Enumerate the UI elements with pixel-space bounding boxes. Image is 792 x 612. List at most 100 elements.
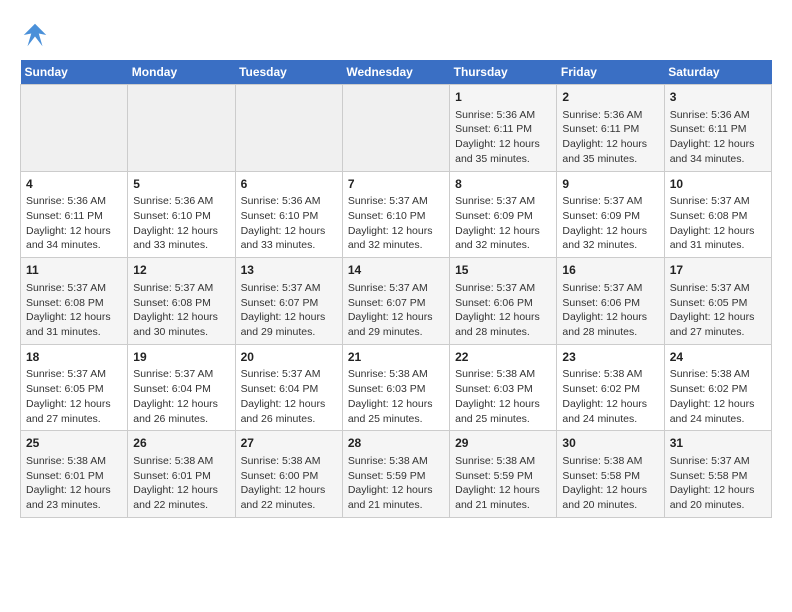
- calendar-cell: 14 Sunrise: 5:37 AM Sunset: 6:07 PM Dayli…: [342, 258, 449, 345]
- calendar-cell: 8Sunrise: 5:37 AM Sunset: 6:09 PM Daylig…: [450, 171, 557, 258]
- calendar-cell: 13 Sunrise: 5:37 AM Sunset: 6:07 PM Dayli…: [235, 258, 342, 345]
- day-info: Sunrise: 5:38 AM Sunset: 6:02 PM Dayligh…: [562, 367, 658, 426]
- calendar-week-2: 4Sunrise: 5:36 AM Sunset: 6:11 PM Daylig…: [21, 171, 772, 258]
- weekday-header-saturday: Saturday: [664, 60, 771, 85]
- calendar-cell: 25 Sunrise: 5:38 AM Sunset: 6:01 PM Dayli…: [21, 431, 128, 518]
- calendar-week-4: 18Sunrise: 5:37 AM Sunset: 6:05 PM Dayli…: [21, 344, 772, 431]
- calendar-cell: 27 Sunrise: 5:38 AM Sunset: 6:00 PM Dayli…: [235, 431, 342, 518]
- day-number: 30: [562, 435, 658, 452]
- calendar-cell: 12Sunrise: 5:37 AM Sunset: 6:08 PM Dayli…: [128, 258, 235, 345]
- day-number: 6: [241, 176, 337, 193]
- day-number: 27: [241, 435, 337, 452]
- day-number: 8: [455, 176, 551, 193]
- page-header: [20, 20, 772, 50]
- calendar-cell: 21Sunrise: 5:38 AM Sunset: 6:03 PM Dayli…: [342, 344, 449, 431]
- calendar-cell: 17 Sunrise: 5:37 AM Sunset: 6:05 PM Dayli…: [664, 258, 771, 345]
- calendar-cell: 30 Sunrise: 5:38 AM Sunset: 5:58 PM Dayli…: [557, 431, 664, 518]
- day-info: Sunrise: 5:37 AM Sunset: 6:06 PM Dayligh…: [455, 281, 551, 340]
- calendar-cell: 5Sunrise: 5:36 AM Sunset: 6:10 PM Daylig…: [128, 171, 235, 258]
- day-number: 4: [26, 176, 122, 193]
- calendar-cell: 6Sunrise: 5:36 AM Sunset: 6:10 PM Daylig…: [235, 171, 342, 258]
- day-info: Sunrise: 5:37 AM Sunset: 6:08 PM Dayligh…: [670, 194, 766, 253]
- calendar-cell: 20Sunrise: 5:37 AM Sunset: 6:04 PM Dayli…: [235, 344, 342, 431]
- day-number: 17: [670, 262, 766, 279]
- day-info: Sunrise: 5:36 AM Sunset: 6:11 PM Dayligh…: [455, 108, 551, 167]
- day-info: Sunrise: 5:36 AM Sunset: 6:11 PM Dayligh…: [670, 108, 766, 167]
- calendar-week-1: 1 Sunrise: 5:36 AM Sunset: 6:11 PM Daylig…: [21, 85, 772, 172]
- day-info: Sunrise: 5:38 AM Sunset: 6:02 PM Dayligh…: [670, 367, 766, 426]
- calendar-cell: 10Sunrise: 5:37 AM Sunset: 6:08 PM Dayli…: [664, 171, 771, 258]
- weekday-header-sunday: Sunday: [21, 60, 128, 85]
- calendar-cell: 1 Sunrise: 5:36 AM Sunset: 6:11 PM Daylig…: [450, 85, 557, 172]
- day-info: Sunrise: 5:37 AM Sunset: 5:58 PM Dayligh…: [670, 454, 766, 513]
- day-info: Sunrise: 5:38 AM Sunset: 6:03 PM Dayligh…: [348, 367, 444, 426]
- calendar-cell: 19Sunrise: 5:37 AM Sunset: 6:04 PM Dayli…: [128, 344, 235, 431]
- day-number: 1: [455, 89, 551, 106]
- day-info: Sunrise: 5:38 AM Sunset: 6:00 PM Dayligh…: [241, 454, 337, 513]
- day-info: Sunrise: 5:37 AM Sunset: 6:07 PM Dayligh…: [241, 281, 337, 340]
- day-number: 21: [348, 349, 444, 366]
- day-number: 24: [670, 349, 766, 366]
- calendar-cell: [21, 85, 128, 172]
- day-number: 9: [562, 176, 658, 193]
- calendar-cell: 7Sunrise: 5:37 AM Sunset: 6:10 PM Daylig…: [342, 171, 449, 258]
- day-number: 12: [133, 262, 229, 279]
- weekday-header-monday: Monday: [128, 60, 235, 85]
- calendar-cell: 24Sunrise: 5:38 AM Sunset: 6:02 PM Dayli…: [664, 344, 771, 431]
- weekday-header-friday: Friday: [557, 60, 664, 85]
- weekday-header-row: SundayMondayTuesdayWednesdayThursdayFrid…: [21, 60, 772, 85]
- day-number: 13: [241, 262, 337, 279]
- day-number: 25: [26, 435, 122, 452]
- calendar-week-3: 11 Sunrise: 5:37 AM Sunset: 6:08 PM Dayli…: [21, 258, 772, 345]
- logo: [20, 20, 54, 50]
- day-number: 18: [26, 349, 122, 366]
- calendar-cell: 3Sunrise: 5:36 AM Sunset: 6:11 PM Daylig…: [664, 85, 771, 172]
- day-number: 19: [133, 349, 229, 366]
- day-info: Sunrise: 5:38 AM Sunset: 6:01 PM Dayligh…: [133, 454, 229, 513]
- day-info: Sunrise: 5:38 AM Sunset: 5:59 PM Dayligh…: [455, 454, 551, 513]
- calendar-cell: [235, 85, 342, 172]
- day-info: Sunrise: 5:37 AM Sunset: 6:05 PM Dayligh…: [670, 281, 766, 340]
- calendar-cell: 29 Sunrise: 5:38 AM Sunset: 5:59 PM Dayli…: [450, 431, 557, 518]
- day-number: 23: [562, 349, 658, 366]
- calendar-cell: 22Sunrise: 5:38 AM Sunset: 6:03 PM Dayli…: [450, 344, 557, 431]
- calendar-cell: 9Sunrise: 5:37 AM Sunset: 6:09 PM Daylig…: [557, 171, 664, 258]
- day-number: 22: [455, 349, 551, 366]
- calendar-cell: 16Sunrise: 5:37 AM Sunset: 6:06 PM Dayli…: [557, 258, 664, 345]
- logo-icon: [20, 20, 50, 50]
- day-number: 7: [348, 176, 444, 193]
- day-number: 10: [670, 176, 766, 193]
- calendar-cell: 4Sunrise: 5:36 AM Sunset: 6:11 PM Daylig…: [21, 171, 128, 258]
- day-info: Sunrise: 5:38 AM Sunset: 5:58 PM Dayligh…: [562, 454, 658, 513]
- day-number: 29: [455, 435, 551, 452]
- calendar-cell: 28Sunrise: 5:38 AM Sunset: 5:59 PM Dayli…: [342, 431, 449, 518]
- day-number: 15: [455, 262, 551, 279]
- day-info: Sunrise: 5:36 AM Sunset: 6:11 PM Dayligh…: [26, 194, 122, 253]
- day-info: Sunrise: 5:37 AM Sunset: 6:09 PM Dayligh…: [562, 194, 658, 253]
- day-number: 11: [26, 262, 122, 279]
- weekday-header-wednesday: Wednesday: [342, 60, 449, 85]
- day-info: Sunrise: 5:38 AM Sunset: 6:01 PM Dayligh…: [26, 454, 122, 513]
- day-info: Sunrise: 5:36 AM Sunset: 6:11 PM Dayligh…: [562, 108, 658, 167]
- calendar-week-5: 25 Sunrise: 5:38 AM Sunset: 6:01 PM Dayli…: [21, 431, 772, 518]
- day-number: 5: [133, 176, 229, 193]
- day-info: Sunrise: 5:37 AM Sunset: 6:06 PM Dayligh…: [562, 281, 658, 340]
- calendar-cell: 18Sunrise: 5:37 AM Sunset: 6:05 PM Dayli…: [21, 344, 128, 431]
- calendar-cell: 31Sunrise: 5:37 AM Sunset: 5:58 PM Dayli…: [664, 431, 771, 518]
- day-info: Sunrise: 5:37 AM Sunset: 6:09 PM Dayligh…: [455, 194, 551, 253]
- day-info: Sunrise: 5:38 AM Sunset: 6:03 PM Dayligh…: [455, 367, 551, 426]
- day-number: 14: [348, 262, 444, 279]
- calendar-cell: 23Sunrise: 5:38 AM Sunset: 6:02 PM Dayli…: [557, 344, 664, 431]
- day-info: Sunrise: 5:37 AM Sunset: 6:04 PM Dayligh…: [133, 367, 229, 426]
- day-info: Sunrise: 5:37 AM Sunset: 6:08 PM Dayligh…: [26, 281, 122, 340]
- calendar-table: SundayMondayTuesdayWednesdayThursdayFrid…: [20, 60, 772, 518]
- day-info: Sunrise: 5:36 AM Sunset: 6:10 PM Dayligh…: [241, 194, 337, 253]
- day-info: Sunrise: 5:37 AM Sunset: 6:04 PM Dayligh…: [241, 367, 337, 426]
- day-number: 20: [241, 349, 337, 366]
- calendar-cell: [342, 85, 449, 172]
- calendar-cell: 26Sunrise: 5:38 AM Sunset: 6:01 PM Dayli…: [128, 431, 235, 518]
- weekday-header-thursday: Thursday: [450, 60, 557, 85]
- day-info: Sunrise: 5:37 AM Sunset: 6:07 PM Dayligh…: [348, 281, 444, 340]
- weekday-header-tuesday: Tuesday: [235, 60, 342, 85]
- calendar-cell: [128, 85, 235, 172]
